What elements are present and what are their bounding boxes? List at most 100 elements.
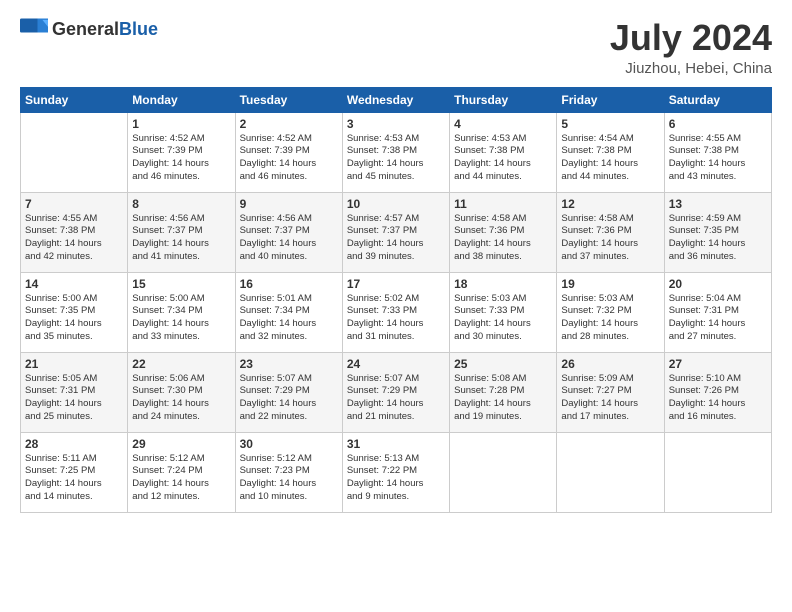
cell-content: Sunrise: 4:59 AM Sunset: 7:35 PM Dayligh… (669, 213, 767, 264)
calendar-cell: 18Sunrise: 5:03 AM Sunset: 7:33 PM Dayli… (450, 272, 557, 352)
day-number: 24 (347, 357, 445, 371)
calendar-cell: 6Sunrise: 4:55 AM Sunset: 7:38 PM Daylig… (664, 112, 771, 192)
calendar-cell: 1 Sunrise: 4:52 AM Sunset: 7:39 PM Daylig… (128, 112, 235, 192)
day-number: 23 (240, 357, 338, 371)
day-number: 3 (347, 117, 445, 131)
calendar-cell: 7Sunrise: 4:55 AM Sunset: 7:38 PM Daylig… (21, 192, 128, 272)
cell-content: Sunrise: 4:54 AM Sunset: 7:38 PM Dayligh… (561, 133, 659, 184)
day-number: 25 (454, 357, 552, 371)
header-day-tuesday: Tuesday (235, 87, 342, 112)
calendar-cell: 16 Sunrise: 5:01 AM Sunset: 7:34 PM Dayli… (235, 272, 342, 352)
cell-content: Sunrise: 4:58 AM Sunset: 7:36 PM Dayligh… (454, 213, 552, 264)
title-block: July 2024 Jiuzhou, Hebei, China (610, 18, 772, 77)
day-number: 5 (561, 117, 659, 131)
location: Jiuzhou, Hebei, China (610, 60, 772, 77)
header-day-thursday: Thursday (450, 87, 557, 112)
day-number: 26 (561, 357, 659, 371)
cell-content: Sunrise: 5:01 AM Sunset: 7:34 PM Dayligh… (240, 293, 338, 344)
day-number: 8 (132, 197, 230, 211)
day-number: 16 (240, 277, 338, 291)
calendar-cell: 28 Sunrise: 5:11 AM Sunset: 7:25 PM Dayli… (21, 432, 128, 512)
cell-content: Sunrise: 5:12 AM Sunset: 7:24 PM Dayligh… (132, 453, 230, 504)
cell-content: Sunrise: 5:00 AM Sunset: 7:35 PM Dayligh… (25, 293, 123, 344)
calendar-cell: 2 Sunrise: 4:52 AM Sunset: 7:39 PM Daylig… (235, 112, 342, 192)
week-row-1: 7Sunrise: 4:55 AM Sunset: 7:38 PM Daylig… (21, 192, 772, 272)
header-day-sunday: Sunday (21, 87, 128, 112)
calendar-page: GeneralBlue July 2024 Jiuzhou, Hebei, Ch… (0, 0, 792, 612)
calendar-cell (21, 112, 128, 192)
cell-content: Sunrise: 4:56 AM Sunset: 7:37 PM Dayligh… (240, 213, 338, 264)
calendar-cell: 20 Sunrise: 5:04 AM Sunset: 7:31 PM Dayli… (664, 272, 771, 352)
cell-content: Sunrise: 5:11 AM Sunset: 7:25 PM Dayligh… (25, 453, 123, 504)
cell-content: Sunrise: 4:52 AM Sunset: 7:39 PM Dayligh… (240, 133, 338, 184)
day-number: 11 (454, 197, 552, 211)
cell-content: Sunrise: 4:52 AM Sunset: 7:39 PM Dayligh… (132, 133, 230, 184)
calendar-cell (664, 432, 771, 512)
logo-blue: Blue (119, 19, 158, 39)
calendar-cell: 30Sunrise: 5:12 AM Sunset: 7:23 PM Dayli… (235, 432, 342, 512)
cell-content: Sunrise: 4:57 AM Sunset: 7:37 PM Dayligh… (347, 213, 445, 264)
day-number: 19 (561, 277, 659, 291)
header-row: SundayMondayTuesdayWednesdayThursdayFrid… (21, 87, 772, 112)
calendar-cell: 9 Sunrise: 4:56 AM Sunset: 7:37 PM Daylig… (235, 192, 342, 272)
calendar-cell: 26 Sunrise: 5:09 AM Sunset: 7:27 PM Dayli… (557, 352, 664, 432)
cell-content: Sunrise: 5:05 AM Sunset: 7:31 PM Dayligh… (25, 373, 123, 424)
cell-content: Sunrise: 4:56 AM Sunset: 7:37 PM Dayligh… (132, 213, 230, 264)
cell-content: Sunrise: 4:58 AM Sunset: 7:36 PM Dayligh… (561, 213, 659, 264)
logo-general: General (52, 19, 119, 39)
day-number: 12 (561, 197, 659, 211)
week-row-4: 28 Sunrise: 5:11 AM Sunset: 7:25 PM Dayli… (21, 432, 772, 512)
header-day-saturday: Saturday (664, 87, 771, 112)
logo-icon (20, 18, 48, 40)
day-number: 31 (347, 437, 445, 451)
day-number: 4 (454, 117, 552, 131)
calendar-cell: 15Sunrise: 5:00 AM Sunset: 7:34 PM Dayli… (128, 272, 235, 352)
calendar-cell: 12 Sunrise: 4:58 AM Sunset: 7:36 PM Dayli… (557, 192, 664, 272)
calendar-cell (450, 432, 557, 512)
day-number: 13 (669, 197, 767, 211)
header-day-wednesday: Wednesday (342, 87, 449, 112)
calendar-cell: 25 Sunrise: 5:08 AM Sunset: 7:28 PM Dayli… (450, 352, 557, 432)
month-year: July 2024 (610, 18, 772, 58)
cell-content: Sunrise: 5:03 AM Sunset: 7:32 PM Dayligh… (561, 293, 659, 344)
header: GeneralBlue July 2024 Jiuzhou, Hebei, Ch… (20, 18, 772, 77)
day-number: 20 (669, 277, 767, 291)
calendar-cell: 3Sunrise: 4:53 AM Sunset: 7:38 PM Daylig… (342, 112, 449, 192)
day-number: 9 (240, 197, 338, 211)
day-number: 15 (132, 277, 230, 291)
calendar-cell: 11 Sunrise: 4:58 AM Sunset: 7:36 PM Dayli… (450, 192, 557, 272)
week-row-0: 1 Sunrise: 4:52 AM Sunset: 7:39 PM Daylig… (21, 112, 772, 192)
calendar-cell: 10 Sunrise: 4:57 AM Sunset: 7:37 PM Dayli… (342, 192, 449, 272)
cell-content: Sunrise: 5:03 AM Sunset: 7:33 PM Dayligh… (454, 293, 552, 344)
calendar-cell: 4Sunrise: 4:53 AM Sunset: 7:38 PM Daylig… (450, 112, 557, 192)
calendar-cell (557, 432, 664, 512)
header-day-monday: Monday (128, 87, 235, 112)
day-number: 30 (240, 437, 338, 451)
logo-text: GeneralBlue (52, 19, 158, 40)
calendar-cell: 23Sunrise: 5:07 AM Sunset: 7:29 PM Dayli… (235, 352, 342, 432)
cell-content: Sunrise: 5:02 AM Sunset: 7:33 PM Dayligh… (347, 293, 445, 344)
day-number: 7 (25, 197, 123, 211)
day-number: 28 (25, 437, 123, 451)
calendar-table: SundayMondayTuesdayWednesdayThursdayFrid… (20, 87, 772, 513)
cell-content: Sunrise: 5:09 AM Sunset: 7:27 PM Dayligh… (561, 373, 659, 424)
day-number: 27 (669, 357, 767, 371)
calendar-header: SundayMondayTuesdayWednesdayThursdayFrid… (21, 87, 772, 112)
cell-content: Sunrise: 5:13 AM Sunset: 7:22 PM Dayligh… (347, 453, 445, 504)
week-row-3: 21Sunrise: 5:05 AM Sunset: 7:31 PM Dayli… (21, 352, 772, 432)
day-number: 10 (347, 197, 445, 211)
calendar-cell: 29Sunrise: 5:12 AM Sunset: 7:24 PM Dayli… (128, 432, 235, 512)
cell-content: Sunrise: 5:06 AM Sunset: 7:30 PM Dayligh… (132, 373, 230, 424)
calendar-cell: 17 Sunrise: 5:02 AM Sunset: 7:33 PM Dayli… (342, 272, 449, 352)
calendar-cell: 27Sunrise: 5:10 AM Sunset: 7:26 PM Dayli… (664, 352, 771, 432)
day-number: 14 (25, 277, 123, 291)
calendar-cell: 31 Sunrise: 5:13 AM Sunset: 7:22 PM Dayli… (342, 432, 449, 512)
day-number: 1 (132, 117, 230, 131)
cell-content: Sunrise: 5:08 AM Sunset: 7:28 PM Dayligh… (454, 373, 552, 424)
day-number: 17 (347, 277, 445, 291)
calendar-cell: 8 Sunrise: 4:56 AM Sunset: 7:37 PM Daylig… (128, 192, 235, 272)
calendar-cell: 13 Sunrise: 4:59 AM Sunset: 7:35 PM Dayli… (664, 192, 771, 272)
day-number: 2 (240, 117, 338, 131)
calendar-cell: 22Sunrise: 5:06 AM Sunset: 7:30 PM Dayli… (128, 352, 235, 432)
cell-content: Sunrise: 5:04 AM Sunset: 7:31 PM Dayligh… (669, 293, 767, 344)
